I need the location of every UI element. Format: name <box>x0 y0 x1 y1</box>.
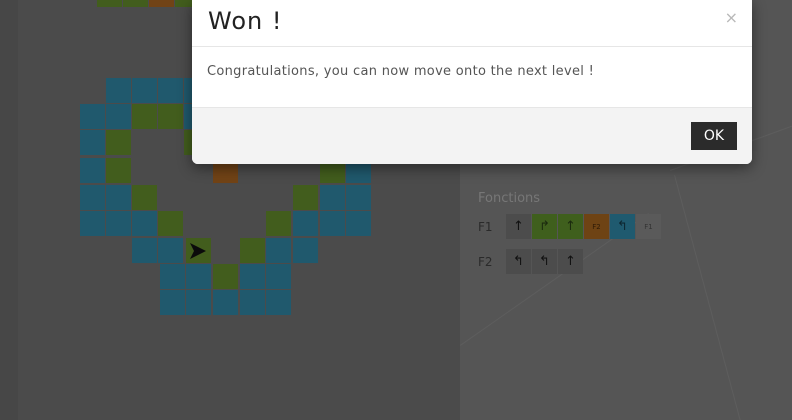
win-dialog: Won ! × Congratulations, you can now mov… <box>192 0 752 164</box>
game-page: Fonctions F1 ↑ ↱ ↑ F2 ↰ F1 F2 ↰ ↰ ↑ Won … <box>0 0 792 420</box>
dialog-message: Congratulations, you can now move onto t… <box>207 64 595 79</box>
dialog-footer: OK <box>192 108 752 164</box>
dialog-body: Congratulations, you can now move onto t… <box>192 47 752 108</box>
close-icon[interactable]: × <box>725 8 738 27</box>
dialog-title: Won ! <box>208 7 283 35</box>
ok-button[interactable]: OK <box>691 122 737 150</box>
dialog-header: Won ! × <box>192 0 752 47</box>
